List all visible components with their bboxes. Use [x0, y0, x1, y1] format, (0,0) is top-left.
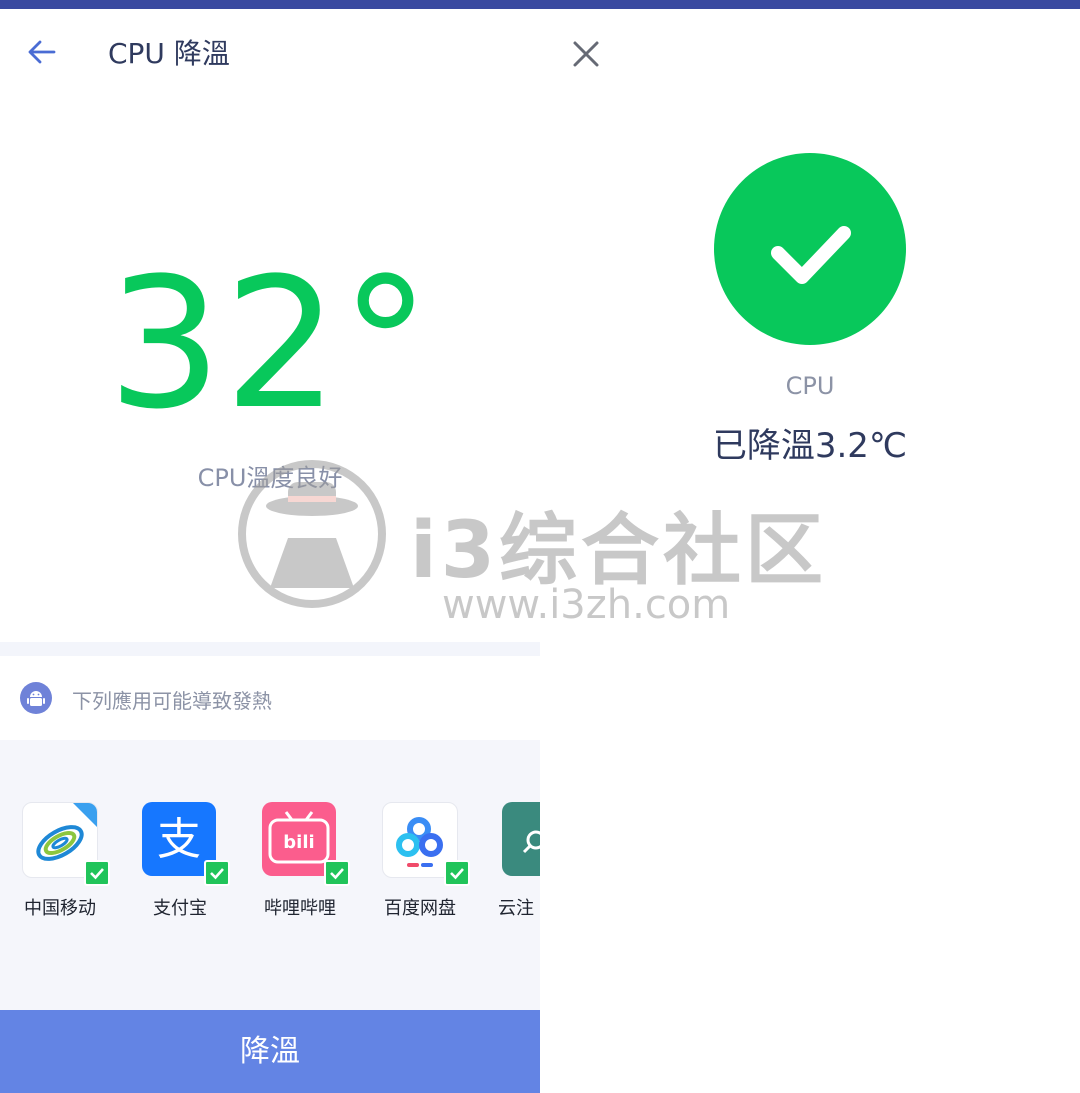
status-bar	[540, 0, 1080, 9]
cause-header: 下列應用可能導致發熱	[0, 656, 540, 740]
app-name: 支付宝	[153, 898, 207, 919]
app-item-alipay[interactable]: 支 支付宝	[120, 802, 230, 932]
checkbox-checked-icon[interactable]	[444, 860, 470, 886]
app-name: 中国移动	[24, 898, 96, 919]
result-text: 已降溫3.2℃	[712, 426, 908, 466]
cloud-app-icon	[502, 802, 540, 876]
app-list: 中国移动 支 支付宝 bili 哔哩哔哩 百度网盘 云注	[0, 740, 540, 1010]
cool-down-button[interactable]: 降溫	[0, 1010, 540, 1093]
back-button[interactable]	[22, 34, 62, 70]
temperature-status: CPU溫度良好	[197, 464, 343, 492]
checkbox-checked-icon[interactable]	[204, 860, 230, 886]
cooling-result-screen: CPU 已降溫3.2℃	[540, 0, 1080, 1093]
app-name: 哔哩哔哩	[264, 898, 336, 919]
close-button[interactable]	[568, 36, 604, 72]
app-item-baidu-netdisk[interactable]: 百度网盘	[360, 802, 470, 932]
temperature-reading: 32°	[107, 240, 433, 449]
android-icon	[20, 682, 52, 714]
app-item-bilibili[interactable]: bili 哔哩哔哩	[240, 802, 350, 932]
checkbox-checked-icon[interactable]	[84, 860, 110, 886]
app-item-cloud[interactable]: 云注	[480, 802, 540, 932]
app-name: 云注	[498, 898, 534, 919]
checkmark-icon	[771, 226, 851, 284]
checkbox-checked-icon[interactable]	[324, 860, 350, 886]
cpu-cooler-screen: CPU 降溫 32° CPU溫度良好 下列應用可能導致發熱 中国移动 支 支付宝…	[0, 0, 540, 1093]
result-label: CPU	[785, 372, 835, 400]
app-item-china-mobile[interactable]: 中国移动	[0, 802, 110, 932]
cause-text: 下列應用可能導致發熱	[72, 689, 272, 713]
section-divider	[0, 642, 540, 656]
page-title: CPU 降溫	[108, 37, 230, 70]
close-icon	[573, 41, 599, 67]
status-bar	[0, 0, 540, 9]
arrow-left-icon	[28, 40, 56, 64]
success-badge	[714, 153, 906, 345]
svg-text:bili: bili	[283, 832, 314, 853]
svg-text:支: 支	[157, 814, 201, 865]
